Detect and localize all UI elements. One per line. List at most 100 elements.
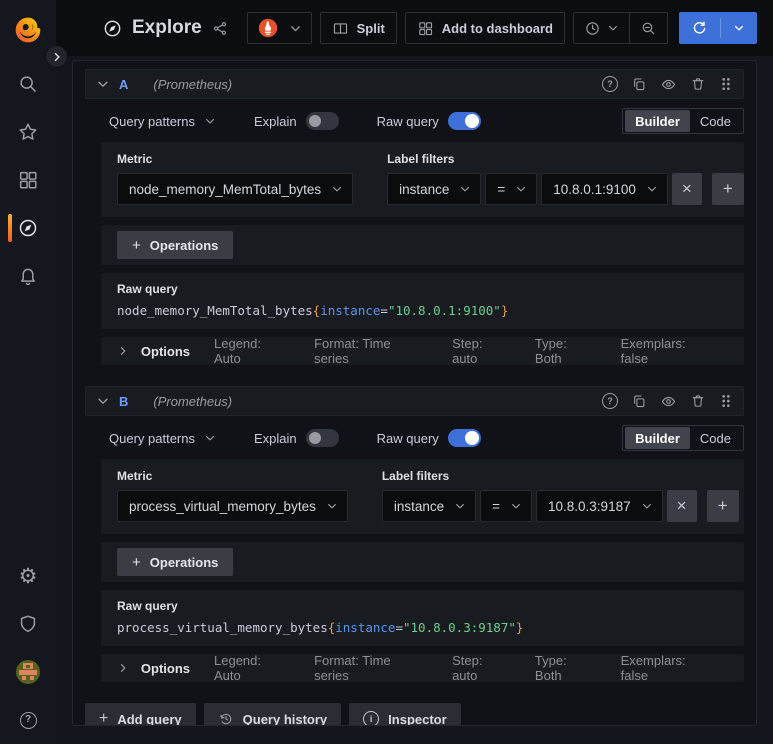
- metric-select[interactable]: process_virtual_memory_bytes: [117, 490, 348, 522]
- editor-mode-switcher: Builder Code: [622, 425, 744, 451]
- apps-icon: [419, 21, 432, 35]
- search-icon: [20, 76, 36, 92]
- raw-query-panel: Raw query process_virtual_memory_bytes{i…: [101, 590, 744, 646]
- expand-sidebar-button[interactable]: [45, 45, 68, 68]
- sidebar-item-search[interactable]: [0, 60, 56, 108]
- chevron-down-icon: [609, 25, 617, 31]
- add-filter-button[interactable]: +: [706, 490, 739, 522]
- add-operation-button[interactable]: + Operations: [117, 548, 234, 576]
- chevron-down-icon: [647, 186, 656, 192]
- split-button[interactable]: Split: [319, 12, 397, 44]
- code-mode-button[interactable]: Code: [690, 110, 741, 132]
- raw-query-label: Raw query: [117, 599, 178, 613]
- add-operation-button[interactable]: + Operations: [117, 231, 234, 259]
- options-title: Options: [140, 343, 191, 359]
- filter-operator-select[interactable]: =: [480, 490, 533, 522]
- sidebar-item-explore[interactable]: [0, 204, 56, 252]
- datasource-picker[interactable]: [246, 12, 312, 44]
- remove-filter-button[interactable]: ×: [666, 490, 697, 522]
- sidebar-item-alerting[interactable]: [0, 252, 56, 300]
- sidebar-item-profile[interactable]: [0, 648, 56, 696]
- raw-query-label: Raw query: [117, 282, 178, 296]
- duplicate-query-button[interactable]: [631, 393, 647, 409]
- filter-value-select[interactable]: 10.8.0.1:9100: [541, 173, 668, 205]
- shield-icon: [20, 615, 36, 633]
- add-filter-button[interactable]: +: [711, 173, 744, 205]
- copy-icon: [634, 395, 645, 408]
- run-query-dropdown[interactable]: [721, 12, 757, 44]
- plus-icon: +: [722, 179, 733, 198]
- chevron-down-icon: [512, 503, 520, 509]
- inspector-button[interactable]: i Inspector: [349, 703, 461, 725]
- raw-query-toggle[interactable]: [447, 429, 481, 447]
- add-to-dashboard-button[interactable]: Add to dashboard: [404, 12, 565, 44]
- add-query-button[interactable]: + Add query: [85, 703, 196, 726]
- grafana-logo-icon: [15, 17, 41, 43]
- info-icon: i: [363, 711, 380, 725]
- trash-icon: [692, 395, 704, 407]
- query-help-button[interactable]: ?: [602, 393, 618, 409]
- run-query-button[interactable]: [679, 12, 757, 44]
- sidebar-item-server-admin[interactable]: [0, 600, 56, 648]
- explain-toggle[interactable]: [305, 112, 339, 130]
- metric-label: Metric: [117, 152, 153, 166]
- editor-mode-switcher: Builder Code: [622, 108, 744, 134]
- filter-label-select[interactable]: instance: [387, 173, 482, 205]
- query-header[interactable]: B (Prometheus) ?: [85, 386, 744, 416]
- code-mode-button[interactable]: Code: [690, 427, 741, 449]
- filter-operator-select[interactable]: =: [485, 173, 538, 205]
- query-header[interactable]: A (Prometheus) ?: [85, 69, 744, 99]
- raw-query-expression: process_virtual_memory_bytes{instance="1…: [117, 620, 524, 635]
- metric-select[interactable]: node_memory_MemTotal_bytes: [117, 173, 354, 205]
- remove-query-button[interactable]: [690, 76, 706, 92]
- label-filters-label: Label filters: [381, 469, 450, 483]
- query-history-button[interactable]: Query history: [203, 703, 342, 725]
- plus-icon: +: [99, 710, 109, 726]
- label-filters-label: Label filters: [387, 152, 455, 166]
- sidebar-item-help[interactable]: ?: [0, 696, 56, 744]
- raw-query-toggle[interactable]: [447, 112, 481, 130]
- option-format: Format: Time series: [314, 336, 391, 366]
- refresh-icon: [693, 21, 706, 34]
- query-help-button[interactable]: ?: [602, 76, 618, 92]
- chevron-right-icon: [54, 52, 60, 61]
- operations-panel: + Operations: [101, 542, 744, 582]
- builder-mode-button[interactable]: Builder: [625, 110, 690, 132]
- explore-content: A (Prometheus) ? Query patterns Explain …: [56, 56, 773, 744]
- chevron-right-icon: [120, 347, 126, 355]
- query-patterns-dropdown[interactable]: Query patterns: [109, 114, 216, 129]
- time-picker-group: [573, 12, 668, 44]
- sidebar-item-settings[interactable]: ⚙: [0, 552, 56, 600]
- user-avatar: [16, 660, 40, 684]
- collapse-chevron-icon[interactable]: [96, 394, 110, 408]
- query-options-row[interactable]: Options Legend: Auto Format: Time series…: [101, 653, 744, 683]
- chevron-down-icon: [327, 503, 336, 509]
- remove-filter-button[interactable]: ×: [671, 173, 702, 205]
- share-shortlink-button[interactable]: [212, 20, 229, 37]
- disable-query-button[interactable]: [660, 393, 677, 410]
- sidebar-item-favorites[interactable]: [0, 108, 56, 156]
- drag-handle[interactable]: [719, 393, 733, 409]
- explain-toggle[interactable]: [305, 429, 339, 447]
- query-ref-id: B: [119, 393, 129, 409]
- raw-query-label: Raw query: [376, 113, 439, 129]
- filter-label-select[interactable]: instance: [381, 490, 477, 522]
- chevron-down-icon: [734, 25, 744, 31]
- remove-query-button[interactable]: [690, 393, 706, 409]
- option-legend: Legend: Auto: [214, 336, 262, 366]
- sidebar-item-dashboards[interactable]: [0, 156, 56, 204]
- collapse-chevron-icon[interactable]: [96, 77, 110, 91]
- help-icon: ?: [602, 393, 618, 409]
- builder-mode-button[interactable]: Builder: [625, 427, 690, 449]
- query-patterns-dropdown[interactable]: Query patterns: [109, 431, 216, 446]
- query-footer-actions: + Add query Query history i Inspector: [85, 703, 744, 726]
- plus-icon: +: [717, 496, 728, 515]
- zoom-out-time-button[interactable]: [630, 13, 667, 43]
- time-picker-button[interactable]: [574, 13, 629, 43]
- duplicate-query-button[interactable]: [631, 76, 647, 92]
- label-filters-field: Label filters instance = 10.8.0.3:9187 ×…: [381, 469, 739, 522]
- drag-handle[interactable]: [719, 76, 733, 92]
- filter-value-select[interactable]: 10.8.0.3:9187: [536, 490, 663, 522]
- disable-query-button[interactable]: [660, 76, 677, 93]
- query-options-row[interactable]: Options Legend: Auto Format: Time series…: [101, 336, 744, 366]
